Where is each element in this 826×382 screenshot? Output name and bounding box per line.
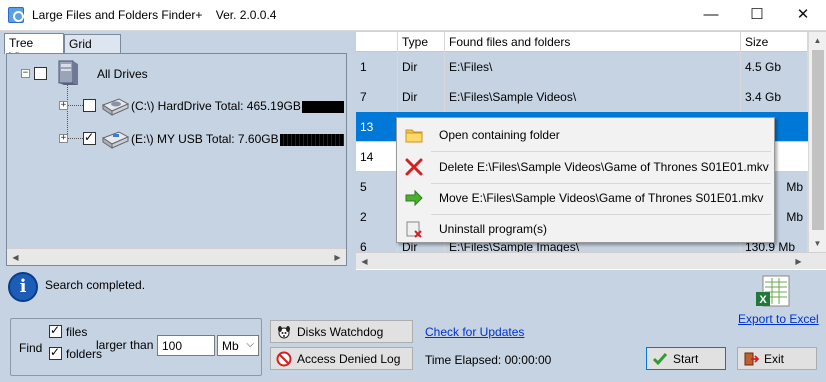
row-type: Dir [398,82,445,112]
minimize-button[interactable]: — [688,0,734,31]
scroll-right-icon[interactable]: ▶ [790,253,807,270]
excel-icon[interactable]: X [753,274,795,312]
exit-door-icon [744,352,759,366]
drive-c-checkbox[interactable] [83,99,96,112]
disks-watchdog-button[interactable]: Disks Watchdog [270,320,413,343]
column-header-size[interactable]: Size [741,32,808,52]
button-label: Access Denied Log [297,352,401,366]
scroll-down-icon[interactable]: ▼ [809,235,826,252]
menu-item-delete[interactable]: Delete E:\Files\Sample Videos\Game of Th… [399,152,772,182]
no-entry-icon [276,351,292,367]
folders-checkbox[interactable] [49,345,62,360]
scroll-up-icon[interactable]: ▲ [809,32,826,49]
access-denied-log-button[interactable]: Access Denied Log [270,347,413,370]
scroll-left-icon[interactable]: ◀ [356,253,373,270]
menu-item-open-folder[interactable]: Open containing folder [399,120,772,150]
maximize-button[interactable]: ☐ [734,0,780,31]
uninstall-icon [406,221,422,238]
context-menu: Open containing folder Delete E:\Files\S… [396,117,775,243]
status-text: Search completed. [45,278,146,292]
row-number: 5 [356,172,398,202]
checkmark-icon [652,353,668,366]
menu-item-label: Move E:\Files\Sample Videos\Game of Thro… [439,191,764,205]
row-path: E:\Files\Sample Videos\ [445,82,741,112]
tree-hscrollbar[interactable]: ◀ ▶ [7,248,346,265]
button-label: Disks Watchdog [297,325,384,339]
files-checkbox[interactable] [49,323,62,338]
row-size: 4.5 Gb [741,52,808,82]
larger-than-label: larger than [96,338,154,352]
table-row[interactable]: 1 Dir E:\Files\ 4.5 Gb [356,52,808,82]
svg-text:X: X [759,294,767,306]
grid-hscrollbar[interactable]: ◀ ▶ [356,252,826,269]
menu-item-label: Delete E:\Files\Sample Videos\Game of Th… [439,160,769,174]
size-input[interactable]: 100 [157,335,215,356]
start-button[interactable]: Start [646,347,726,370]
exit-button[interactable]: Exit [737,347,817,370]
drive-e-checkbox[interactable] [83,130,96,145]
expand-icon[interactable]: + [59,134,68,143]
table-row[interactable]: 7 Dir E:\Files\Sample Videos\ 3.4 Gb [356,82,808,112]
scroll-right-icon[interactable]: ▶ [329,249,346,266]
column-header-path[interactable]: Found files and folders [445,32,741,52]
grid-header: Type Found files and folders Size [356,32,808,52]
column-header-num[interactable] [356,32,398,52]
column-header-type[interactable]: Type [398,32,445,52]
tab-grid-view[interactable]: Grid View [64,34,121,65]
folder-icon [405,129,423,143]
row-number: 14 [356,142,398,172]
scroll-thumb[interactable] [812,50,824,230]
delete-x-icon [405,158,423,176]
row-number: 7 [356,82,398,112]
app-icon [8,7,24,23]
all-drives-checkbox[interactable] [34,67,47,80]
find-label: Find [19,341,43,355]
status-area: i Search completed. [0,270,826,310]
unit-select[interactable]: Mb ⌵ [217,335,259,356]
redacted-bar [280,134,344,146]
export-excel-link[interactable]: Export to Excel [738,312,819,326]
files-label: files [66,325,88,339]
row-number: 2 [356,202,398,232]
tree-item-all-drives[interactable]: − All Drives [21,60,221,85]
scroll-left-icon[interactable]: ◀ [7,249,24,266]
menu-item-label: Uninstall program(s) [439,222,548,236]
drive-c-label: (C:\) HardDrive Total: 465.19GB [131,99,301,113]
menu-item-uninstall[interactable]: Uninstall program(s) [399,214,772,244]
unit-value: Mb [222,339,239,353]
row-size: 3.4 Gb [741,82,808,112]
move-arrow-icon [405,189,423,207]
menu-item-label: Open containing folder [439,128,560,142]
dog-icon [278,326,290,339]
chevron-down-icon: ⌵ [246,339,254,350]
row-type: Dir [398,52,445,82]
tree-item-drive-c[interactable]: + (C:\) HardDrive Total: 465.19GB [59,96,344,116]
window-title: Large Files and Folders Finder+ Ver. 2.0… [32,8,277,22]
tab-tree-view[interactable]: Tree View [4,33,64,64]
hard-drive-icon [101,98,130,116]
check-updates-link[interactable]: Check for Updates [425,325,524,339]
button-label: Exit [764,352,785,366]
time-elapsed: Time Elapsed: 00:00:00 [425,353,552,367]
tree-item-drive-e[interactable]: + (E:\) MY USB Total: 7.60GB [59,129,344,149]
row-path: E:\Files\ [445,52,741,82]
menu-item-move[interactable]: Move E:\Files\Sample Videos\Game of Thro… [399,183,772,213]
computer-icon [58,60,78,85]
all-drives-label: All Drives [97,67,148,81]
row-number: 1 [356,52,398,82]
button-label: Start [673,352,699,366]
usb-drive-icon [101,131,130,149]
grid-vscrollbar[interactable]: ▲ ▼ [808,32,826,252]
row-number: 13 [356,112,398,142]
drive-e-label: (E:\) MY USB Total: 7.60GB [131,132,279,146]
title-bar: Large Files and Folders Finder+ Ver. 2.0… [0,0,826,31]
collapse-icon[interactable]: − [21,69,30,78]
find-group: Find files folders larger than 100 Mb ⌵ [10,318,262,376]
redacted-bar [302,101,344,113]
info-icon: i [8,272,38,302]
expand-icon[interactable]: + [59,101,68,110]
drive-tree: − All Drives + (C:\) HardDrive Total: 46… [6,53,347,266]
close-button[interactable]: ✕ [780,0,826,31]
